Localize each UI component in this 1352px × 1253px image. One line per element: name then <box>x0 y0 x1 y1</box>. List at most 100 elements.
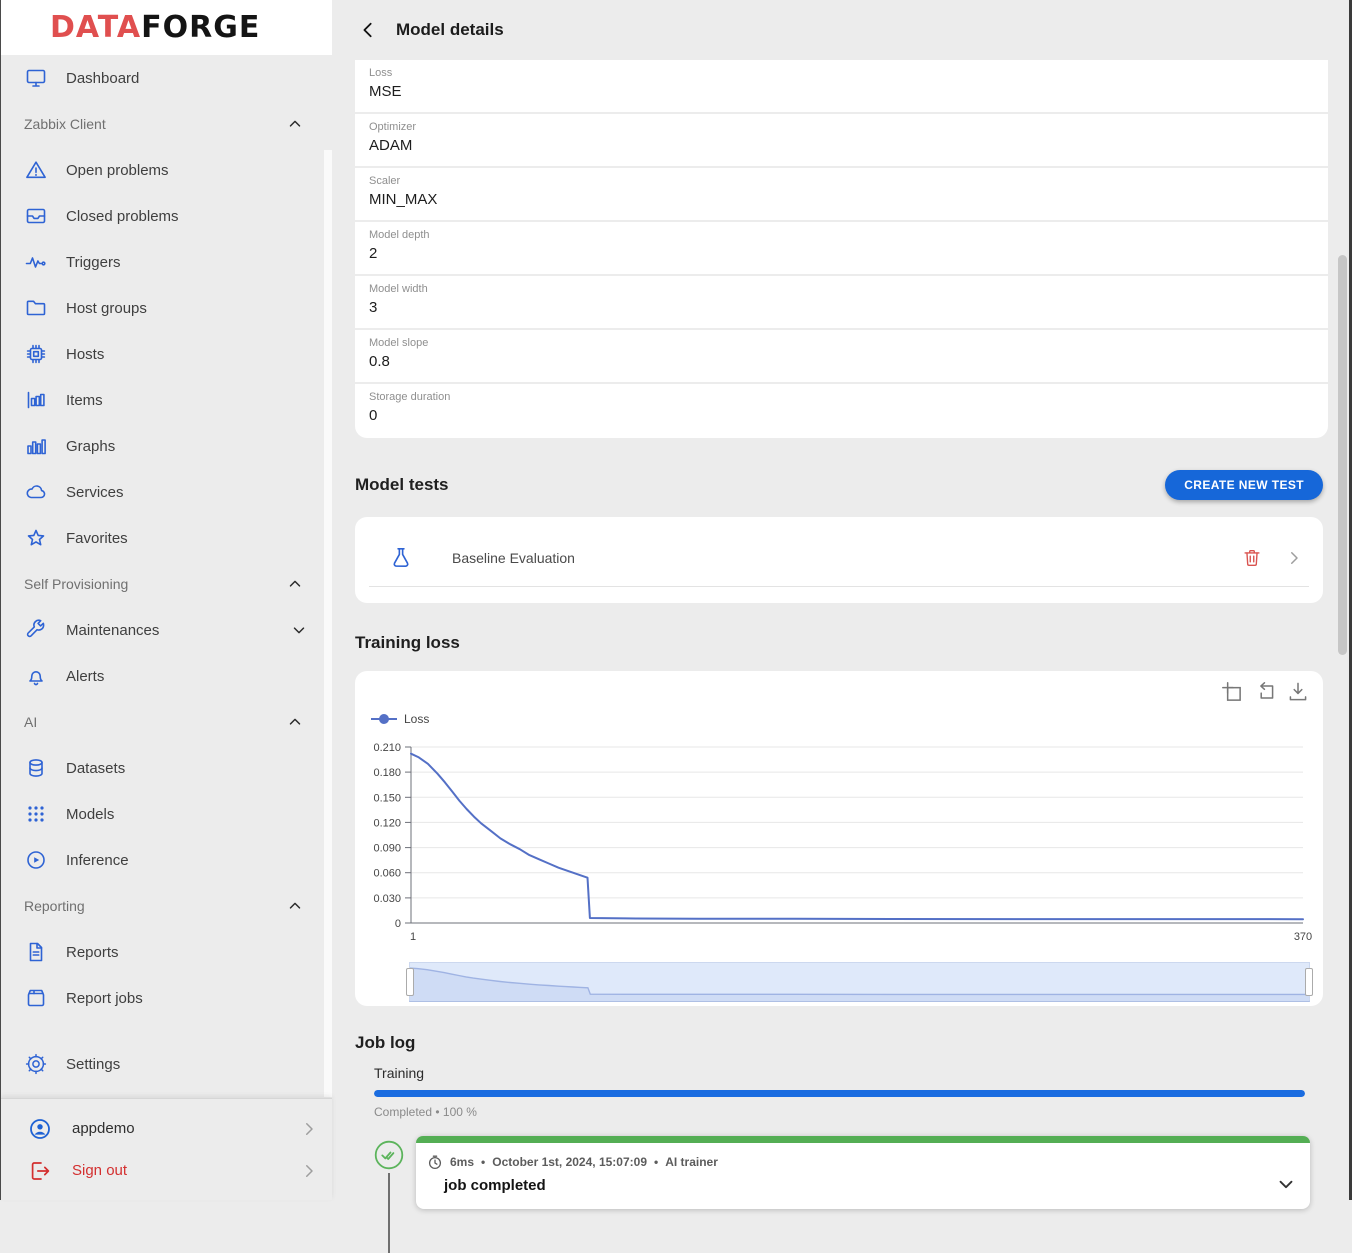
chevron-right-icon <box>300 1162 318 1180</box>
svg-text:0.210: 0.210 <box>373 742 401 754</box>
meta-separator: • <box>654 1155 658 1169</box>
check-circle-icon <box>374 1140 404 1170</box>
loss-line-chart: 00.0300.0600.0900.1200.1500.1800.2101370 <box>363 737 1313 947</box>
sidebar-item-items[interactable]: Items <box>0 377 332 423</box>
svg-text:0.150: 0.150 <box>373 792 401 804</box>
sidebar-item-report-jobs[interactable]: Report jobs <box>0 975 332 1021</box>
user-circle-icon <box>28 1117 52 1141</box>
field-row-optimizer[interactable]: Optimizer ADAM <box>355 114 1328 168</box>
field-value: MSE <box>369 83 1328 100</box>
sidebar-item-settings[interactable]: Settings <box>0 1041 332 1087</box>
expand-log-button[interactable] <box>1275 1173 1297 1195</box>
sidebar-item-hosts[interactable]: Hosts <box>0 331 332 377</box>
inbox-icon <box>24 204 48 228</box>
main-content: Model details Loss MSE Optimizer ADAM Sc… <box>332 0 1352 1200</box>
sidebar-item-triggers[interactable]: Triggers <box>0 239 332 285</box>
chevron-down-icon <box>290 621 308 639</box>
sidebar-item-dashboard[interactable]: Dashboard <box>0 55 332 101</box>
svg-text:370: 370 <box>1294 931 1312 943</box>
svg-text:0.180: 0.180 <box>373 767 401 779</box>
logo-primary: DATA <box>50 10 141 45</box>
sidebar-item-graphs[interactable]: Graphs <box>0 423 332 469</box>
back-button[interactable] <box>359 20 379 40</box>
sidebar-section-ai[interactable]: AI <box>0 699 332 745</box>
zoom-select-icon[interactable] <box>1219 679 1245 705</box>
app-logo: DATAFORGE <box>0 0 332 55</box>
pulse-icon <box>24 250 48 274</box>
sidebar-scrollbar[interactable] <box>324 150 332 1097</box>
play-circle-icon <box>24 848 48 872</box>
svg-text:0.090: 0.090 <box>373 843 401 855</box>
model-tests-title: Model tests <box>355 475 449 495</box>
field-row-scaler[interactable]: Scaler MIN_MAX <box>355 168 1328 222</box>
sidebar-item-favorites[interactable]: Favorites <box>0 515 332 561</box>
field-label: Loss <box>369 67 1328 79</box>
svg-text:1: 1 <box>410 931 416 943</box>
field-label: Model depth <box>369 229 1328 241</box>
sidebar-section-zabbix-client[interactable]: Zabbix Client <box>0 101 332 147</box>
field-row-model-slope[interactable]: Model slope 0.8 <box>355 330 1328 384</box>
field-label: Optimizer <box>369 121 1328 133</box>
job-log-timeline: 6ms • October 1st, 2024, 15:07:09 • AI t… <box>332 1136 1352 1232</box>
sidebar-item-services[interactable]: Services <box>0 469 332 515</box>
sidebar-item-label: Settings <box>66 1056 308 1073</box>
main-scrollbar-thumb[interactable] <box>1338 255 1347 655</box>
chart-range-slider[interactable] <box>409 962 1310 1002</box>
training-loss-title: Training loss <box>355 633 1352 653</box>
test-name: Baseline Evaluation <box>452 550 1241 566</box>
dots-grid-icon <box>24 802 48 826</box>
sign-out-button[interactable]: Sign out <box>0 1150 332 1192</box>
svg-text:0.120: 0.120 <box>373 817 401 829</box>
sidebar-item-label: Reports <box>66 944 308 961</box>
sidebar-item-reports[interactable]: Reports <box>0 929 332 975</box>
sidebar-item-datasets[interactable]: Datasets <box>0 745 332 791</box>
download-chart-icon[interactable] <box>1285 679 1311 705</box>
svg-text:0.030: 0.030 <box>373 893 401 905</box>
legend-label: Loss <box>404 712 429 726</box>
range-slider-right-handle[interactable] <box>1305 968 1313 996</box>
document-icon <box>24 940 48 964</box>
delete-test-button[interactable] <box>1241 547 1263 569</box>
timeline-connector <box>388 1173 390 1253</box>
zoom-reset-icon[interactable] <box>1252 679 1278 705</box>
sidebar-item-inference[interactable]: Inference <box>0 837 332 883</box>
chevron-right-icon[interactable] <box>1285 549 1303 567</box>
sidebar-item-maintenances[interactable]: Maintenances <box>0 607 332 653</box>
sidebar-item-label: Closed problems <box>66 208 308 225</box>
user-menu-button[interactable]: appdemo <box>0 1108 332 1150</box>
sidebar-item-open-problems[interactable]: Open problems <box>0 147 332 193</box>
field-row-model-width[interactable]: Model width 3 <box>355 276 1328 330</box>
sidebar-item-host-groups[interactable]: Host groups <box>0 285 332 331</box>
log-agent: AI trainer <box>665 1155 718 1169</box>
log-message: job completed <box>444 1177 1292 1194</box>
sidebar-item-label: Report jobs <box>66 990 308 1007</box>
sidebar-item-label: Services <box>66 484 308 501</box>
create-new-test-button[interactable]: CREATE NEW TEST <box>1165 470 1323 500</box>
test-row[interactable]: Baseline Evaluation <box>369 529 1309 587</box>
wrench-icon <box>24 618 48 642</box>
sidebar-item-label: Host groups <box>66 300 308 317</box>
sidebar-item-label: Alerts <box>66 668 308 685</box>
field-row-model-depth[interactable]: Model depth 2 <box>355 222 1328 276</box>
sidebar-item-label: Favorites <box>66 530 308 547</box>
chart-toolbar <box>1219 679 1311 705</box>
field-value: 3 <box>369 299 1328 316</box>
bar-chart-icon <box>24 434 48 458</box>
sidebar-item-closed-problems[interactable]: Closed problems <box>0 193 332 239</box>
field-row-storage-duration[interactable]: Storage duration 0 <box>355 384 1328 438</box>
legend-item-loss[interactable]: Loss <box>371 712 429 726</box>
job-log-entry-card[interactable]: 6ms • October 1st, 2024, 15:07:09 • AI t… <box>416 1136 1310 1209</box>
sidebar-item-alerts[interactable]: Alerts <box>0 653 332 699</box>
range-slider-left-handle[interactable] <box>406 968 414 996</box>
status-bar-success <box>416 1136 1310 1143</box>
sidebar-section-reporting[interactable]: Reporting <box>0 883 332 929</box>
field-value: 0.8 <box>369 353 1328 370</box>
field-row-loss[interactable]: Loss MSE <box>355 60 1328 114</box>
sidebar-item-label: Triggers <box>66 254 308 271</box>
archive-box-icon <box>24 986 48 1010</box>
model-tests-header: Model tests CREATE NEW TEST <box>355 470 1323 500</box>
sidebar-section-self-provisioning[interactable]: Self Provisioning <box>0 561 332 607</box>
sidebar-item-label: Inference <box>66 852 308 869</box>
field-label: Scaler <box>369 175 1328 187</box>
sidebar-item-models[interactable]: Models <box>0 791 332 837</box>
